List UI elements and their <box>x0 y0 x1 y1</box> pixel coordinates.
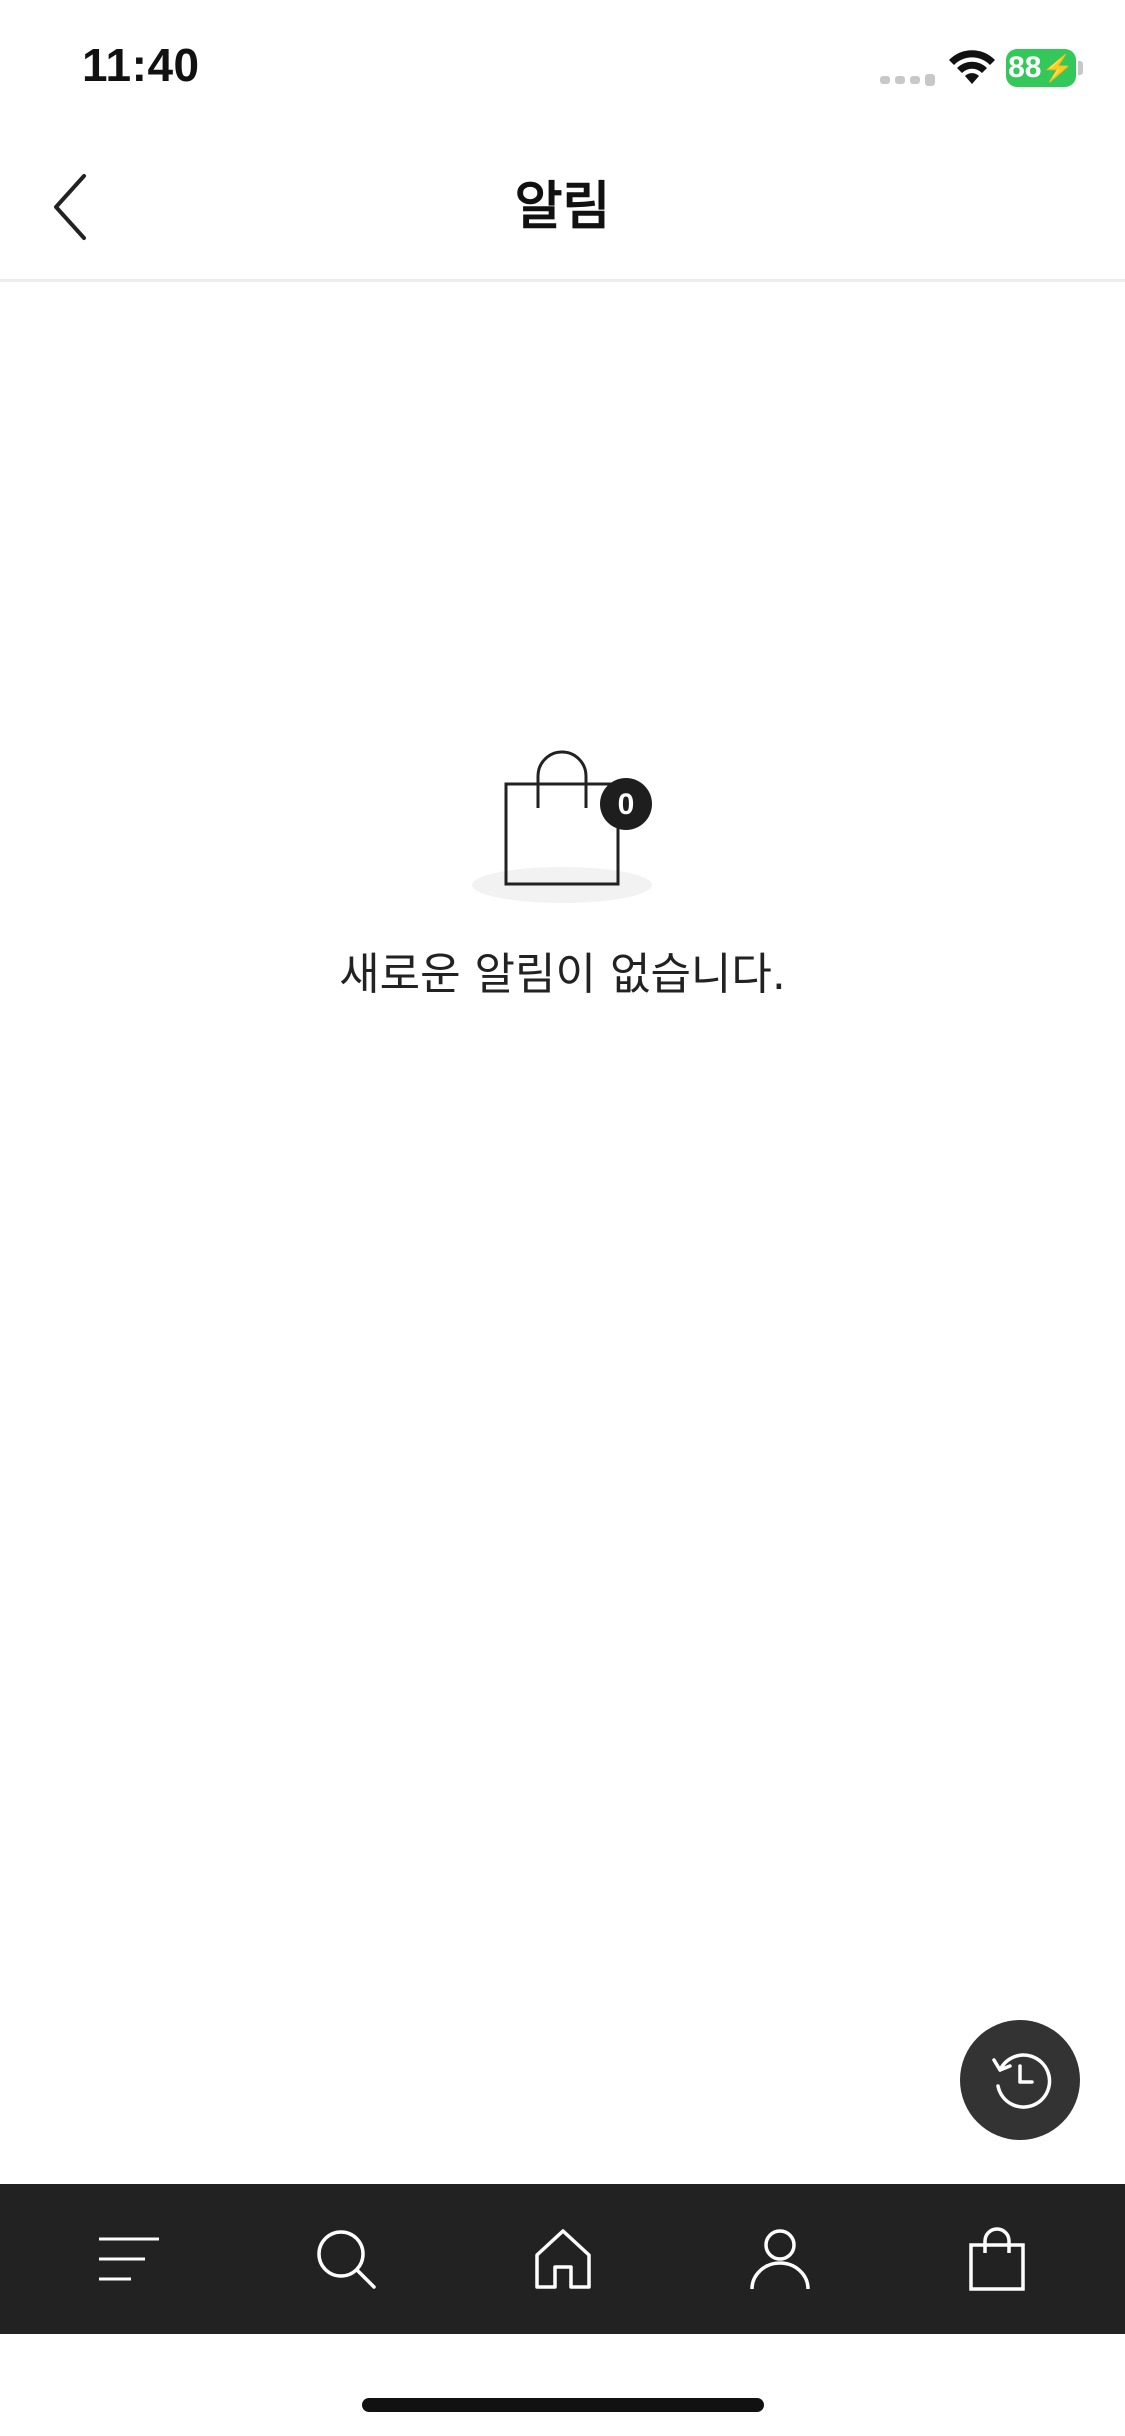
nav-cart-button[interactable] <box>937 2199 1057 2319</box>
page-title: 알림 <box>514 177 611 237</box>
nav-mypage-button[interactable] <box>720 2199 840 2319</box>
nav-menu-button[interactable] <box>69 2199 189 2319</box>
badge-count: 0 <box>618 788 635 821</box>
cellular-signal-icon <box>880 74 935 86</box>
battery-icon: 88 ⚡ <box>1006 49 1076 87</box>
shopping-bag-icon: 0 <box>472 750 652 903</box>
status-time: 11:40 <box>82 39 200 91</box>
empty-message: 새로운 알림이 없습니다. <box>339 949 786 1000</box>
top-app-bar: 알림 <box>0 132 1125 282</box>
home-indicator[interactable] <box>362 2398 764 2412</box>
bottom-nav-bar <box>0 2184 1125 2334</box>
user-icon <box>749 2229 810 2290</box>
history-clock-icon <box>992 2053 1052 2109</box>
status-bar: 11:40 88 ⚡ <box>0 0 1125 132</box>
home-icon <box>534 2229 591 2289</box>
battery-level: 88 <box>1008 51 1042 84</box>
shopping-bag-icon <box>968 2227 1025 2291</box>
nav-search-button[interactable] <box>286 2199 406 2319</box>
menu-icon <box>98 2237 159 2281</box>
notifications-screen: 11:40 88 ⚡ 알림 0 새로운 알림이 없습니다. <box>0 0 1125 2436</box>
search-icon <box>316 2230 376 2289</box>
battery-cap <box>1078 61 1083 75</box>
nav-home-button[interactable] <box>503 2199 623 2319</box>
recent-history-button[interactable] <box>960 2020 1080 2140</box>
wifi-icon <box>949 50 995 84</box>
